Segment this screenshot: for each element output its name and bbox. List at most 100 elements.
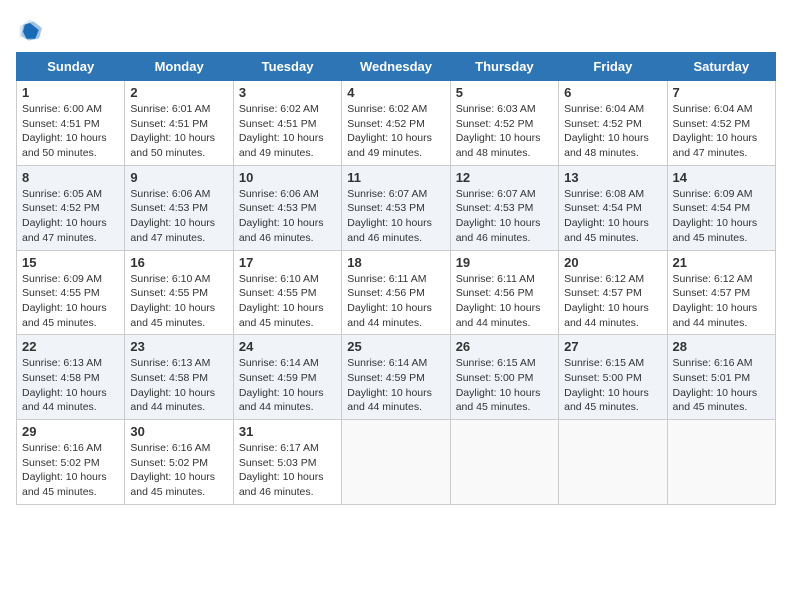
day-cell: 19Sunrise: 6:11 AMSunset: 4:56 PMDayligh… xyxy=(450,250,558,335)
day-number: 10 xyxy=(239,170,336,185)
day-detail: Sunrise: 6:13 AMSunset: 4:58 PMDaylight:… xyxy=(130,356,227,415)
day-cell: 18 Sunrise: 6:11 AMSunset: 4:56 PMDayligh… xyxy=(342,250,450,335)
day-detail: Sunrise: 6:12 AMSunset: 4:57 PMDaylight:… xyxy=(673,272,770,331)
page-header xyxy=(16,16,776,44)
day-number: 15 xyxy=(22,255,119,270)
day-cell: 30Sunrise: 6:16 AMSunset: 5:02 PMDayligh… xyxy=(125,420,233,505)
day-number: 1 xyxy=(22,85,119,100)
calendar-table: SundayMondayTuesdayWednesdayThursdayFrid… xyxy=(16,52,776,505)
day-cell: 11 Sunrise: 6:07 AMSunset: 4:53 PMDayligh… xyxy=(342,165,450,250)
day-number: 31 xyxy=(239,424,336,439)
day-detail: Sunrise: 6:04 AMSunset: 4:52 PMDaylight:… xyxy=(673,102,770,161)
day-number: 2 xyxy=(130,85,227,100)
day-number: 26 xyxy=(456,339,553,354)
day-cell xyxy=(450,420,558,505)
day-number: 20 xyxy=(564,255,661,270)
col-header-sunday: Sunday xyxy=(17,53,125,81)
day-number: 18 xyxy=(347,255,444,270)
logo-icon xyxy=(16,16,44,44)
col-header-monday: Monday xyxy=(125,53,233,81)
day-detail: Sunrise: 6:06 AMSunset: 4:53 PMDaylight:… xyxy=(130,187,227,246)
day-cell: 21 Sunrise: 6:12 AMSunset: 4:57 PMDayligh… xyxy=(667,250,775,335)
day-number: 28 xyxy=(673,339,770,354)
day-number: 29 xyxy=(22,424,119,439)
day-cell: 5 Sunrise: 6:03 AMSunset: 4:52 PMDaylight… xyxy=(450,81,558,166)
day-cell: 20 Sunrise: 6:12 AMSunset: 4:57 PMDayligh… xyxy=(559,250,667,335)
day-cell: 26 Sunrise: 6:15 AMSunset: 5:00 PMDayligh… xyxy=(450,335,558,420)
day-number: 6 xyxy=(564,85,661,100)
day-cell: 9 Sunrise: 6:06 AMSunset: 4:53 PMDaylight… xyxy=(125,165,233,250)
day-number: 11 xyxy=(347,170,444,185)
day-cell: 15Sunrise: 6:09 AMSunset: 4:55 PMDayligh… xyxy=(17,250,125,335)
day-cell: 3 Sunrise: 6:02 AMSunset: 4:51 PMDaylight… xyxy=(233,81,341,166)
col-header-tuesday: Tuesday xyxy=(233,53,341,81)
day-number: 14 xyxy=(673,170,770,185)
day-cell: 23 Sunrise: 6:13 AMSunset: 4:58 PMDayligh… xyxy=(125,335,233,420)
day-number: 9 xyxy=(130,170,227,185)
day-cell xyxy=(559,420,667,505)
day-cell xyxy=(342,420,450,505)
week-row-5: 29 Sunrise: 6:16 AMSunset: 5:02 PMDayligh… xyxy=(17,420,776,505)
day-cell: 29 Sunrise: 6:16 AMSunset: 5:02 PMDayligh… xyxy=(17,420,125,505)
day-number: 4 xyxy=(347,85,444,100)
day-detail: Sunrise: 6:17 AMSunset: 5:03 PMDaylight:… xyxy=(239,441,336,500)
day-number: 22 xyxy=(22,339,119,354)
day-detail: Sunrise: 6:15 AMSunset: 5:00 PMDaylight:… xyxy=(456,356,553,415)
day-detail: Sunrise: 6:16 AMSunset: 5:02 PMDaylight:… xyxy=(22,441,119,500)
day-number: 3 xyxy=(239,85,336,100)
day-detail: Sunrise: 6:05 AMSunset: 4:52 PMDaylight:… xyxy=(22,187,119,246)
day-detail: Sunrise: 6:15 AMSunset: 5:00 PMDaylight:… xyxy=(564,356,661,415)
day-detail: Sunrise: 6:12 AMSunset: 4:57 PMDaylight:… xyxy=(564,272,661,331)
logo xyxy=(16,16,48,44)
day-number: 23 xyxy=(130,339,227,354)
day-number: 21 xyxy=(673,255,770,270)
day-detail: Sunrise: 6:11 AMSunset: 4:56 PMDaylight:… xyxy=(456,272,553,331)
day-detail: Sunrise: 6:13 AMSunset: 4:58 PMDaylight:… xyxy=(22,356,119,415)
col-header-saturday: Saturday xyxy=(667,53,775,81)
day-number: 27 xyxy=(564,339,661,354)
day-number: 8 xyxy=(22,170,119,185)
day-detail: Sunrise: 6:09 AMSunset: 4:54 PMDaylight:… xyxy=(673,187,770,246)
day-detail: Sunrise: 6:02 AMSunset: 4:51 PMDaylight:… xyxy=(239,102,336,161)
day-cell: 24 Sunrise: 6:14 AMSunset: 4:59 PMDayligh… xyxy=(233,335,341,420)
day-cell: 12Sunrise: 6:07 AMSunset: 4:53 PMDayligh… xyxy=(450,165,558,250)
day-detail: Sunrise: 6:16 AMSunset: 5:01 PMDaylight:… xyxy=(673,356,770,415)
day-number: 24 xyxy=(239,339,336,354)
day-cell: 4Sunrise: 6:02 AMSunset: 4:52 PMDaylight… xyxy=(342,81,450,166)
day-cell: 10Sunrise: 6:06 AMSunset: 4:53 PMDayligh… xyxy=(233,165,341,250)
day-detail: Sunrise: 6:03 AMSunset: 4:52 PMDaylight:… xyxy=(456,102,553,161)
week-row-1: 1 Sunrise: 6:00 AMSunset: 4:51 PMDaylight… xyxy=(17,81,776,166)
day-cell: 31 Sunrise: 6:17 AMSunset: 5:03 PMDayligh… xyxy=(233,420,341,505)
day-cell: 25 Sunrise: 6:14 AMSunset: 4:59 PMDayligh… xyxy=(342,335,450,420)
day-detail: Sunrise: 6:04 AMSunset: 4:52 PMDaylight:… xyxy=(564,102,661,161)
day-cell: 17Sunrise: 6:10 AMSunset: 4:55 PMDayligh… xyxy=(233,250,341,335)
week-row-3: 15Sunrise: 6:09 AMSunset: 4:55 PMDayligh… xyxy=(17,250,776,335)
day-detail: Sunrise: 6:10 AMSunset: 4:55 PMDaylight:… xyxy=(239,272,336,331)
day-detail: Sunrise: 6:14 AMSunset: 4:59 PMDaylight:… xyxy=(239,356,336,415)
day-detail: Sunrise: 6:01 AMSunset: 4:51 PMDaylight:… xyxy=(130,102,227,161)
day-cell: 14 Sunrise: 6:09 AMSunset: 4:54 PMDayligh… xyxy=(667,165,775,250)
day-number: 5 xyxy=(456,85,553,100)
day-detail: Sunrise: 6:11 AMSunset: 4:56 PMDaylight:… xyxy=(347,272,444,331)
day-cell: 16Sunrise: 6:10 AMSunset: 4:55 PMDayligh… xyxy=(125,250,233,335)
day-number: 12 xyxy=(456,170,553,185)
day-cell xyxy=(667,420,775,505)
day-number: 30 xyxy=(130,424,227,439)
day-cell: 28 Sunrise: 6:16 AMSunset: 5:01 PMDayligh… xyxy=(667,335,775,420)
day-cell: 7 Sunrise: 6:04 AMSunset: 4:52 PMDaylight… xyxy=(667,81,775,166)
day-number: 7 xyxy=(673,85,770,100)
day-number: 16 xyxy=(130,255,227,270)
day-detail: Sunrise: 6:07 AMSunset: 4:53 PMDaylight:… xyxy=(347,187,444,246)
col-header-wednesday: Wednesday xyxy=(342,53,450,81)
day-cell: 1 Sunrise: 6:00 AMSunset: 4:51 PMDaylight… xyxy=(17,81,125,166)
day-cell: 27 Sunrise: 6:15 AMSunset: 5:00 PMDayligh… xyxy=(559,335,667,420)
week-row-4: 22 Sunrise: 6:13 AMSunset: 4:58 PMDayligh… xyxy=(17,335,776,420)
header-row: SundayMondayTuesdayWednesdayThursdayFrid… xyxy=(17,53,776,81)
day-cell: 2 Sunrise: 6:01 AMSunset: 4:51 PMDaylight… xyxy=(125,81,233,166)
day-detail: Sunrise: 6:14 AMSunset: 4:59 PMDaylight:… xyxy=(347,356,444,415)
day-detail: Sunrise: 6:08 AMSunset: 4:54 PMDaylight:… xyxy=(564,187,661,246)
day-detail: Sunrise: 6:00 AMSunset: 4:51 PMDaylight:… xyxy=(22,102,119,161)
day-cell: 6 Sunrise: 6:04 AMSunset: 4:52 PMDaylight… xyxy=(559,81,667,166)
day-number: 25 xyxy=(347,339,444,354)
day-cell: 8 Sunrise: 6:05 AMSunset: 4:52 PMDaylight… xyxy=(17,165,125,250)
